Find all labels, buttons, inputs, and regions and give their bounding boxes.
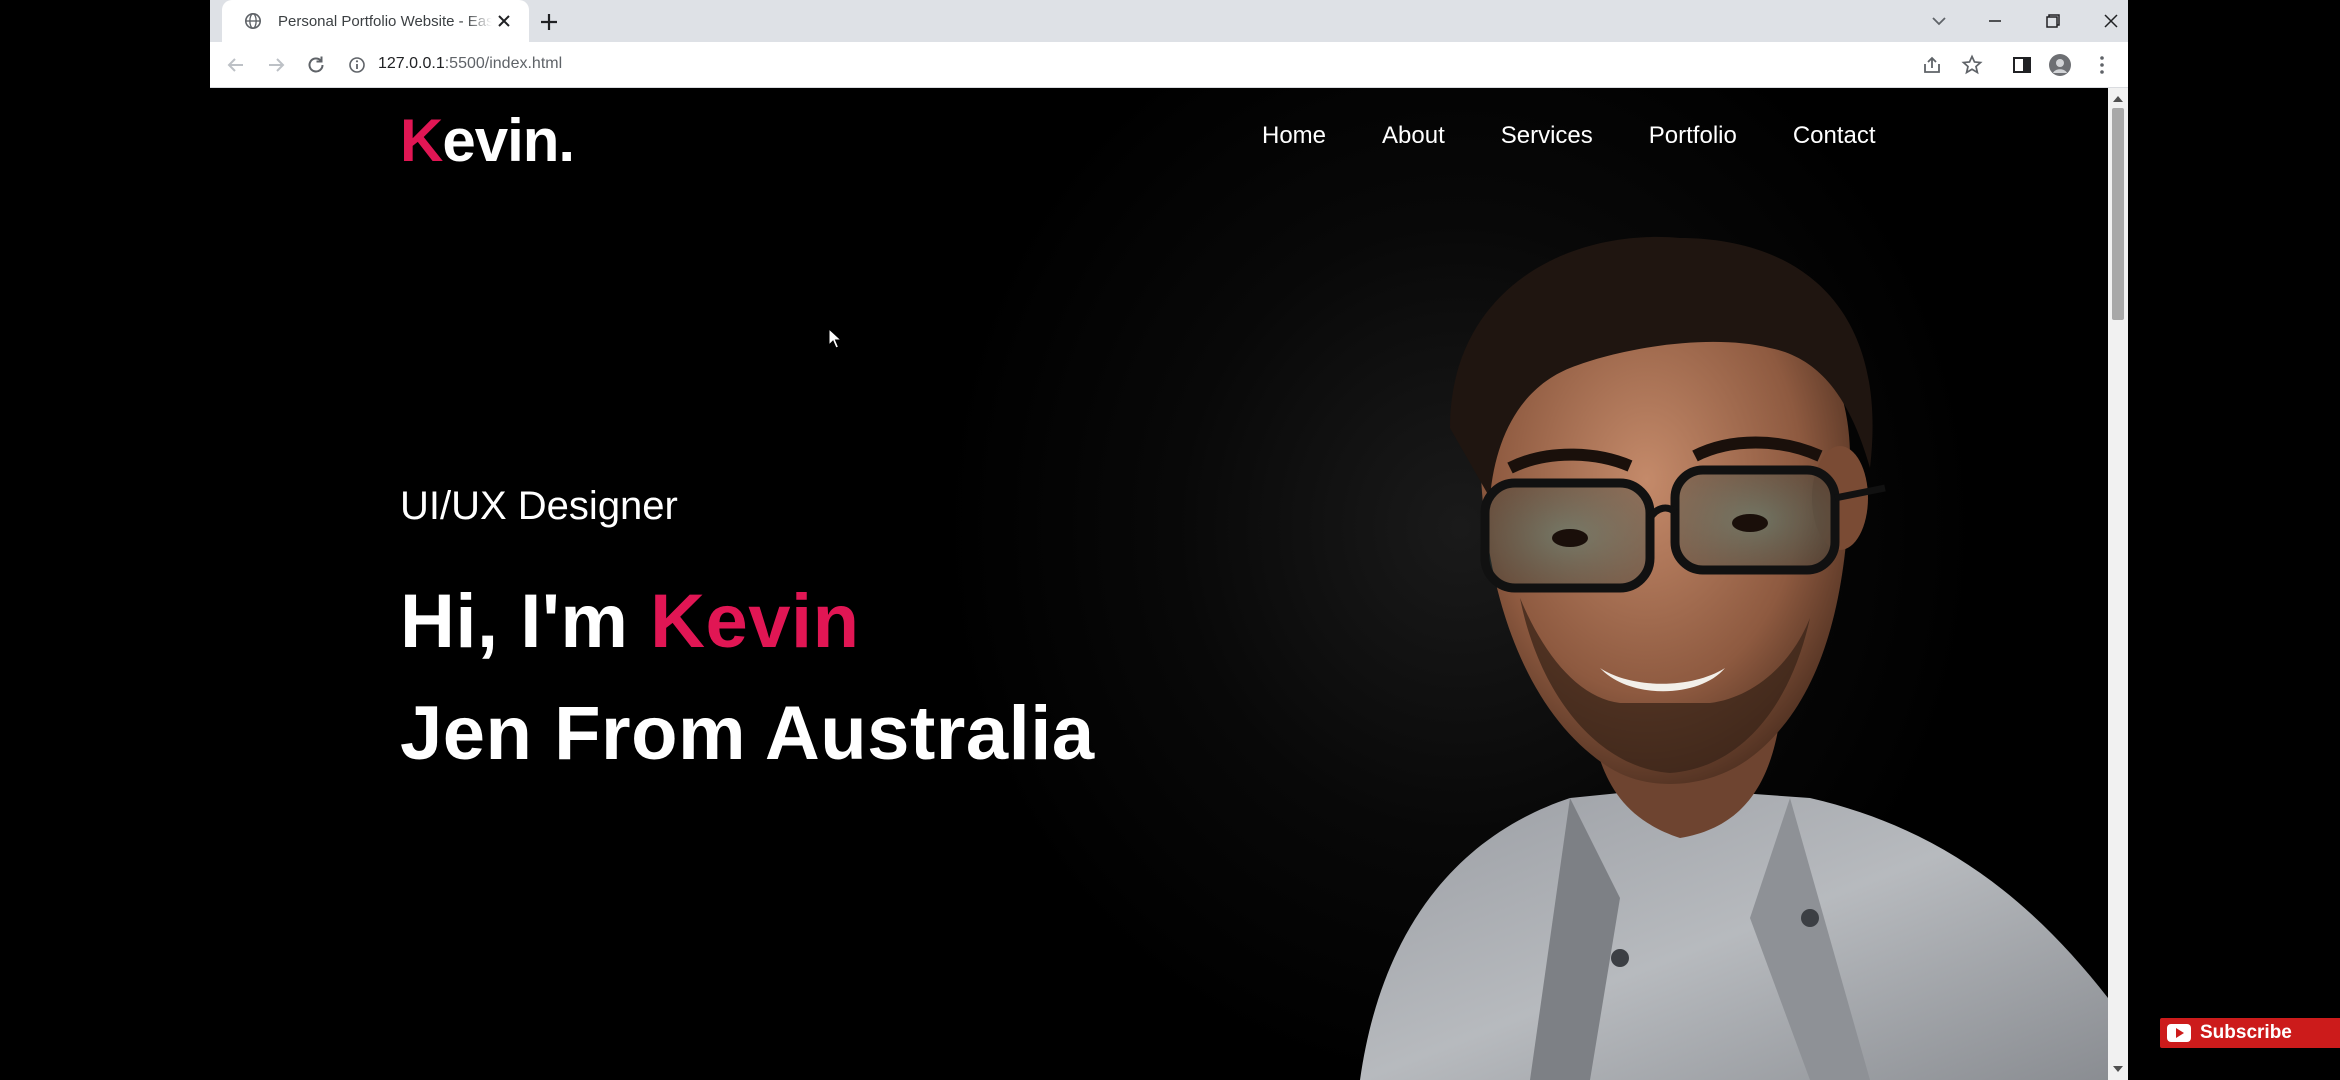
nav-services[interactable]: Services (1501, 122, 1593, 150)
subscribe-button[interactable]: Subscribe (2160, 1018, 2340, 1048)
hero-subtitle: UI/UX Designer (400, 484, 678, 528)
headline-name: Kevin (650, 579, 860, 664)
scroll-down-arrow-icon[interactable] (2113, 1066, 2123, 1072)
tab-strip: Personal Portfolio Website - Easy (210, 0, 2128, 42)
share-icon[interactable] (1920, 53, 1944, 77)
nav-about[interactable]: About (1382, 122, 1445, 150)
kebab-menu-icon[interactable] (2090, 53, 2114, 77)
side-panel-icon[interactable] (2010, 53, 2034, 77)
arrow-right-icon[interactable] (264, 53, 288, 77)
url-text: 127.0.0.1:5500/index.html (378, 55, 562, 73)
subscribe-label: Subscribe (2200, 1022, 2292, 1043)
main-nav: Home About Services Portfolio Contact (1262, 122, 1876, 150)
hero-headline-line1: Hi, I'm Kevin (400, 578, 860, 665)
scroll-up-arrow-icon[interactable] (2113, 96, 2123, 102)
tab-title: Personal Portfolio Website - Easy (278, 12, 492, 30)
site-logo[interactable]: Kevin. (400, 106, 575, 175)
info-icon[interactable] (348, 56, 366, 74)
headline-prefix: Hi, I'm (400, 579, 651, 664)
star-icon[interactable] (1960, 53, 1984, 77)
url-host: 127.0.0.1 (378, 55, 445, 72)
scroll-thumb[interactable] (2112, 108, 2124, 320)
page-scrollbar[interactable] (2108, 88, 2128, 1080)
close-icon[interactable] (495, 12, 513, 30)
browser-tab[interactable]: Personal Portfolio Website - Easy (222, 0, 529, 42)
plus-icon[interactable] (537, 10, 561, 34)
restore-icon[interactable] (2040, 8, 2066, 34)
webpage: Kevin. Home About Services Portfolio Con… (210, 88, 2108, 1080)
logo-initial: K (400, 107, 443, 174)
nav-contact[interactable]: Contact (1793, 122, 1876, 150)
close-window-icon[interactable] (2098, 8, 2124, 34)
url-path: :5500/index.html (444, 55, 563, 72)
arrow-left-icon[interactable] (224, 53, 248, 77)
hero-headline-line2: Jen From Australia (400, 691, 1095, 776)
logo-text: evin. (442, 107, 575, 174)
youtube-play-icon (2167, 1024, 2191, 1042)
browser-window: Personal Portfolio Website - Easy 127.0.… (210, 0, 2128, 1080)
nav-home[interactable]: Home (1262, 122, 1326, 150)
browser-toolbar: 127.0.0.1:5500/index.html (210, 42, 2128, 88)
portrait-image (1360, 236, 2108, 1080)
address-bar[interactable]: 127.0.0.1:5500/index.html (340, 49, 2060, 81)
reload-icon[interactable] (304, 53, 328, 77)
globe-icon (244, 12, 262, 30)
mouse-cursor-icon (828, 328, 843, 349)
nav-portfolio[interactable]: Portfolio (1649, 122, 1737, 150)
avatar[interactable] (2048, 53, 2072, 77)
minimize-icon[interactable] (1982, 8, 2008, 34)
chevron-down-icon[interactable] (1926, 8, 1952, 34)
